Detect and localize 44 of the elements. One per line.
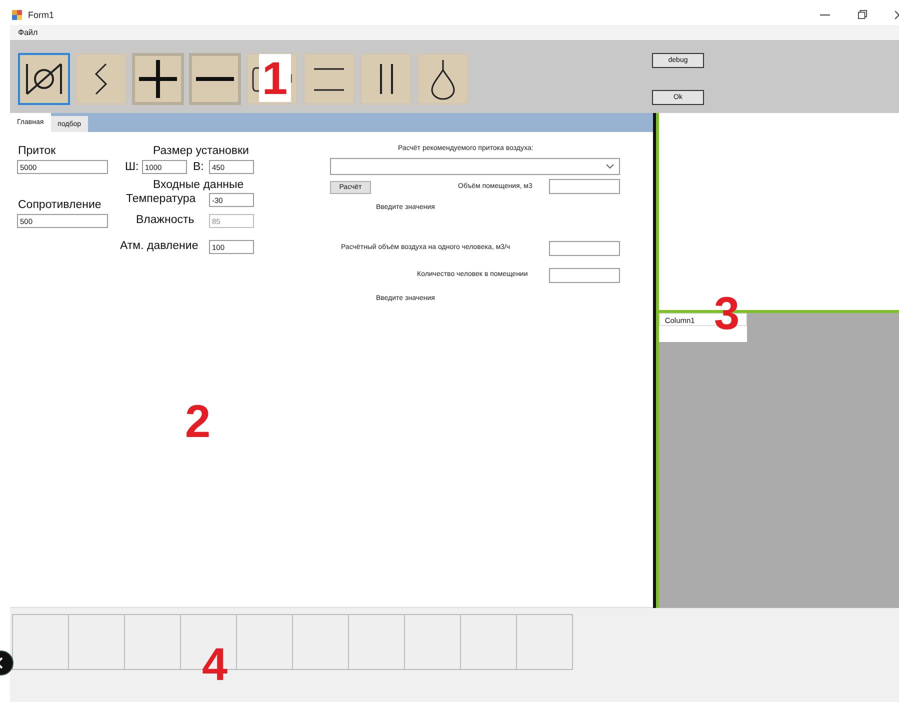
tool-button[interactable] [360,53,412,105]
input-field[interactable] [549,268,620,283]
plus-icon [137,58,179,100]
annotation-number: 1 [259,54,291,102]
zigzag-icon [94,62,108,96]
input-field[interactable] [549,179,620,194]
slot-cell[interactable] [348,614,405,670]
caret-icon [606,164,614,169]
tool-button[interactable] [189,53,241,105]
slot-cell[interactable] [68,614,125,670]
slot-cell[interactable] [124,614,181,670]
field-label: Атм. давление [120,240,198,252]
app-icon [12,10,22,20]
field-label: Размер установки [153,145,249,157]
field-label: В: [193,161,204,173]
restore-icon[interactable] [858,10,867,19]
minus-icon [194,77,236,81]
field-label: Температура [126,193,196,205]
slot-cell[interactable] [404,614,461,670]
field-label: Входные данные [153,179,244,191]
input-field[interactable] [549,241,620,256]
bars-icon [378,62,394,96]
drop-icon [430,58,456,100]
lines-icon [312,66,346,92]
slot-cell[interactable] [12,614,69,670]
field-label: Приток [18,145,56,157]
field-label: Влажность [136,214,194,226]
slot-cell[interactable] [516,614,573,670]
annotation-number: 4 [202,640,228,688]
slot-cell[interactable] [292,614,349,670]
slot-cell[interactable] [460,614,517,670]
window-title: Form1 [28,10,54,20]
annotation-number: 2 [185,397,211,445]
tool-button[interactable] [18,53,70,105]
tool-button[interactable] [417,53,469,105]
slot-cell[interactable] [236,614,293,670]
valve-icon [25,62,63,96]
dropdown-field[interactable] [330,158,620,175]
menu-item[interactable]: Файл [18,28,38,37]
close-icon[interactable] [895,10,899,20]
field-label: Сопротивление [18,199,102,211]
field-label: Ш: [125,161,139,173]
tool-button[interactable] [132,53,184,105]
tool-button[interactable] [303,53,355,105]
